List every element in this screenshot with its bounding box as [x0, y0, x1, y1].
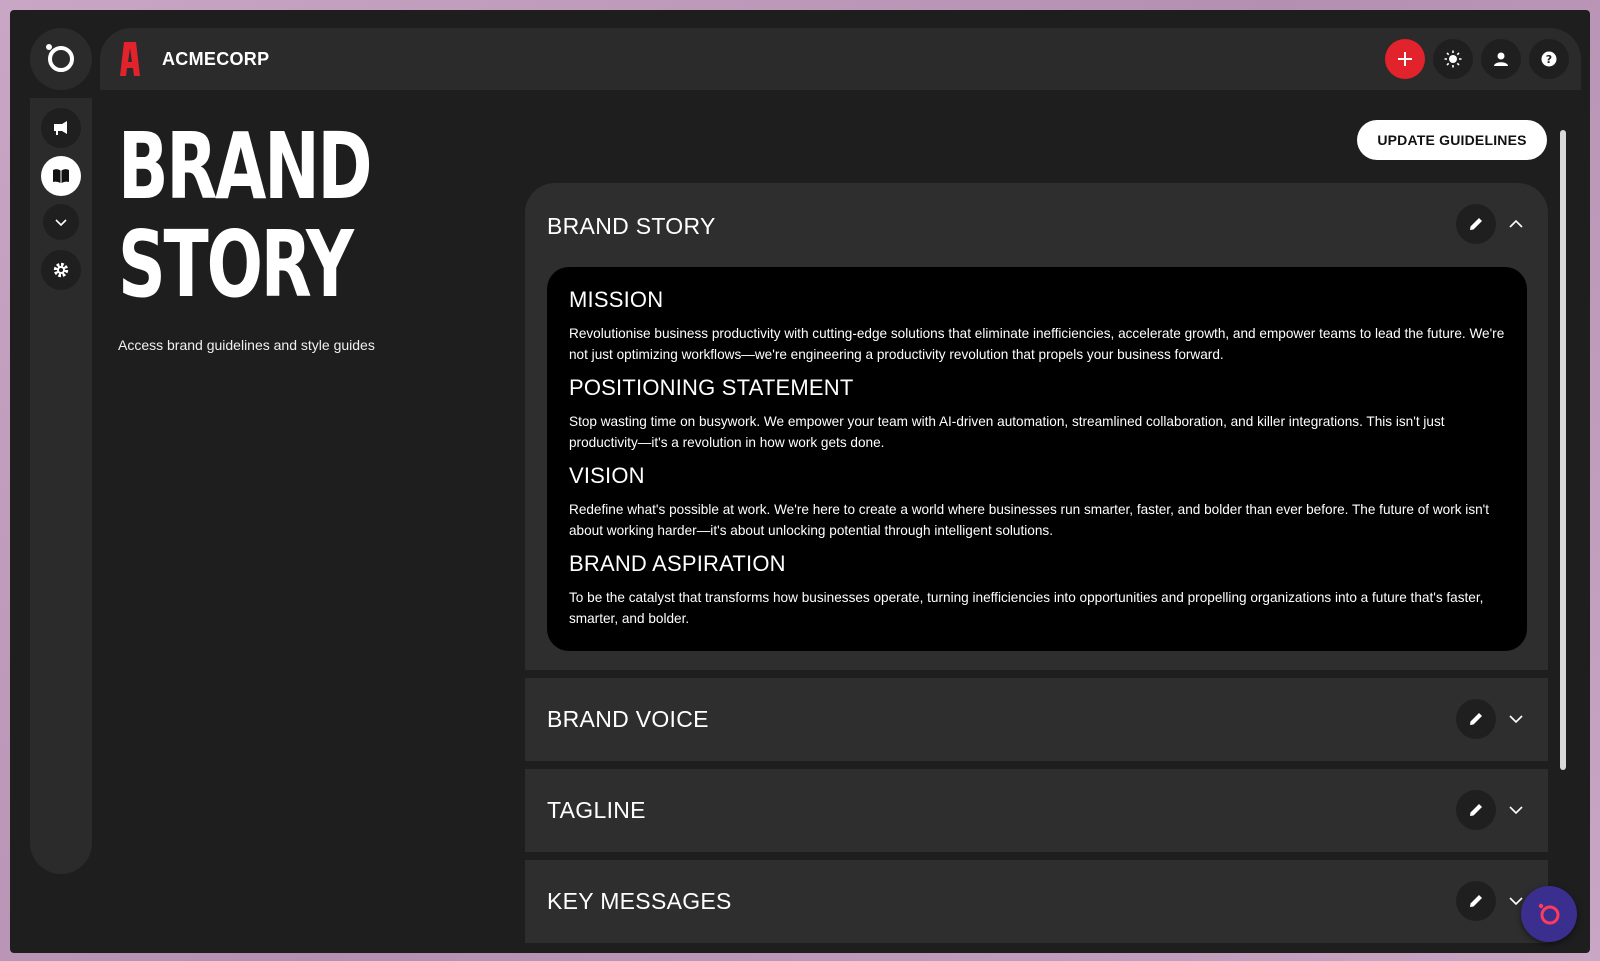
- guideline-sections: BRAND STORY MISSION Revolutionise busine…: [525, 183, 1548, 943]
- section-title: KEY MESSAGES: [547, 888, 732, 914]
- block-heading-vision: VISION: [569, 463, 645, 488]
- pencil-icon: [1470, 895, 1482, 907]
- chevron-down-icon: [55, 219, 67, 227]
- chevron-down-icon: [1509, 897, 1523, 906]
- edit-button[interactable]: [1456, 881, 1496, 921]
- scrollbar-thumb[interactable]: [1560, 130, 1566, 770]
- section-brand-voice[interactable]: BRAND VOICE: [525, 678, 1548, 761]
- user-icon: [1494, 52, 1508, 66]
- edit-button[interactable]: [1456, 204, 1496, 244]
- pencil-icon: [1470, 804, 1482, 816]
- block-heading-mission: MISSION: [569, 287, 664, 312]
- top-actions: ?: [1385, 39, 1569, 79]
- logo-ring-icon: [46, 44, 74, 72]
- page-title: BRAND STORY: [118, 113, 373, 318]
- update-guidelines-button[interactable]: UPDATE GUIDELINES: [1357, 120, 1547, 160]
- book-icon: [53, 169, 69, 183]
- help-icon: ?: [1541, 51, 1557, 67]
- section-actions: [1456, 699, 1526, 739]
- collapse-button[interactable]: [1506, 214, 1526, 234]
- assistant-chat-button[interactable]: [1521, 886, 1577, 942]
- app-logo[interactable]: [30, 28, 92, 90]
- add-button[interactable]: [1385, 39, 1425, 79]
- edit-button[interactable]: [1456, 699, 1496, 739]
- theme-toggle-button[interactable]: [1433, 39, 1473, 79]
- sidebar-expand-button[interactable]: [43, 204, 79, 240]
- page-subtitle: Access brand guidelines and style guides: [118, 337, 375, 353]
- assistant-icon: [1538, 903, 1560, 925]
- section-actions: [1456, 790, 1526, 830]
- sidebar: [30, 98, 92, 874]
- section-brand-story: BRAND STORY MISSION Revolutionise busine…: [525, 183, 1548, 670]
- plus-icon: [1398, 52, 1412, 66]
- chevron-down-icon: [1509, 806, 1523, 815]
- profile-button[interactable]: [1481, 39, 1521, 79]
- section-tagline[interactable]: TAGLINE: [525, 769, 1548, 852]
- megaphone-icon: [54, 121, 67, 135]
- chevron-down-icon: [1509, 715, 1523, 724]
- chevron-up-icon: [1509, 219, 1523, 228]
- expand-button[interactable]: [1506, 800, 1526, 820]
- section-actions: [1456, 204, 1526, 244]
- pencil-icon: [1470, 713, 1482, 725]
- help-button[interactable]: ?: [1529, 39, 1569, 79]
- sidebar-item-settings[interactable]: [41, 250, 81, 290]
- brand-story-card: MISSION Revolutionise business productiv…: [547, 267, 1527, 651]
- section-actions: [1456, 881, 1526, 921]
- section-title: BRAND STORY: [547, 213, 716, 239]
- top-bar: ACMECORP ?: [100, 28, 1581, 90]
- block-text-vision: Redefine what's possible at work. We're …: [569, 502, 1490, 538]
- pencil-icon: [1470, 218, 1482, 230]
- sidebar-item-brand-guidelines[interactable]: [41, 156, 81, 196]
- block-heading-aspiration: BRAND ASPIRATION: [569, 551, 786, 576]
- edit-button[interactable]: [1456, 790, 1496, 830]
- block-heading-positioning: POSITIONING STATEMENT: [569, 375, 854, 400]
- company-name: ACMECORP: [162, 48, 270, 69]
- expand-button[interactable]: [1506, 709, 1526, 729]
- svg-text:?: ?: [1546, 53, 1552, 66]
- block-text-positioning: Stop wasting time on busywork. We empowe…: [569, 414, 1445, 450]
- gear-icon: [53, 262, 69, 278]
- section-title: BRAND VOICE: [547, 706, 709, 732]
- block-text-aspiration: To be the catalyst that transforms how b…: [569, 590, 1484, 626]
- block-text-mission: Revolutionise business productivity with…: [569, 326, 1505, 362]
- sidebar-item-campaigns[interactable]: [41, 108, 81, 148]
- company-logo-icon: [120, 42, 140, 76]
- section-title: TAGLINE: [547, 797, 646, 823]
- app-window: ACMECORP ? BRAND STORY Access brand guid…: [10, 10, 1590, 953]
- section-key-messages[interactable]: KEY MESSAGES: [525, 860, 1548, 943]
- sun-icon: [1444, 50, 1462, 68]
